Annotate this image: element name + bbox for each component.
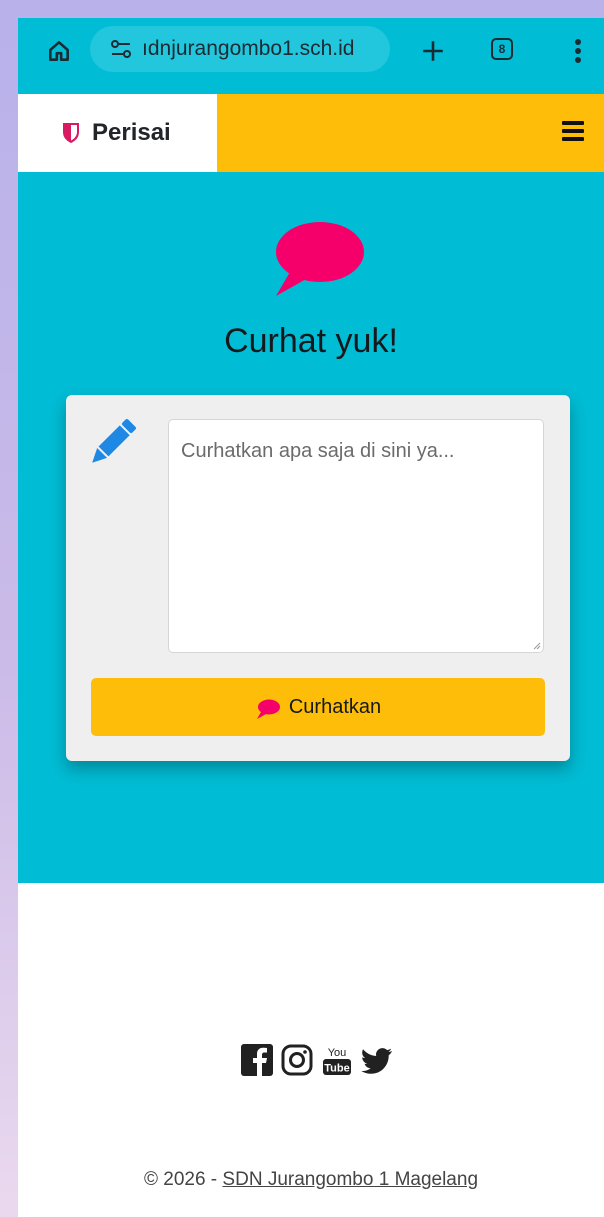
svg-text:You: You — [328, 1047, 347, 1059]
hamburger-menu-icon[interactable] — [562, 121, 584, 141]
brand-link[interactable]: Perisai — [18, 94, 217, 172]
new-tab-icon[interactable] — [416, 34, 450, 68]
more-options-icon[interactable] — [568, 34, 588, 68]
copyright-text: © 2026 - SDN Jurangombo 1 Magelang — [18, 1169, 604, 1191]
url-text[interactable]: ıdnjurangombo1.sch.id — [142, 37, 372, 61]
school-link[interactable]: SDN Jurangombo 1 Magelang — [222, 1169, 478, 1190]
site-settings-icon[interactable] — [108, 36, 134, 62]
speech-bubble-icon — [276, 222, 364, 296]
svg-text:Tube: Tube — [324, 1063, 349, 1075]
resize-grip-icon[interactable] — [533, 642, 541, 650]
instagram-icon[interactable] — [280, 1043, 314, 1077]
submit-label: Curhatkan — [288, 695, 382, 718]
curhatkan-button[interactable]: Curhatkan — [91, 678, 545, 736]
youtube-icon[interactable]: You Tube — [320, 1043, 354, 1077]
social-links: You Tube — [240, 1040, 394, 1080]
brand-name: Perisai — [92, 119, 171, 146]
twitter-icon[interactable] — [360, 1043, 394, 1077]
textarea-placeholder: Curhatkan apa saja di sini ya... — [181, 440, 455, 462]
copyright-prefix: © 2026 - — [143, 1169, 223, 1190]
browser-toolbar: ıdnjurangombo1.sch.id 8 — [18, 18, 604, 94]
facebook-icon[interactable] — [240, 1043, 274, 1077]
curhat-form-card: Curhatkan apa saja di sini ya... Curhatk… — [66, 395, 570, 761]
hero-section: Curhat yuk! Curhatkan apa saja di sini y… — [18, 172, 604, 883]
pencil-icon — [92, 419, 136, 463]
shield-icon — [63, 123, 79, 143]
speech-bubble-icon — [256, 699, 280, 719]
tab-switcher-icon[interactable]: 8 — [491, 38, 513, 60]
curhat-textarea[interactable]: Curhatkan apa saja di sini ya... — [168, 419, 544, 653]
address-bar[interactable]: ıdnjurangombo1.sch.id — [90, 26, 390, 72]
site-navbar: Perisai — [18, 94, 604, 172]
home-icon[interactable] — [44, 36, 74, 66]
phone-screen: ıdnjurangombo1.sch.id 8 Perisai Curhat y… — [18, 18, 604, 1217]
page-title: Curhat yuk! — [224, 322, 398, 360]
